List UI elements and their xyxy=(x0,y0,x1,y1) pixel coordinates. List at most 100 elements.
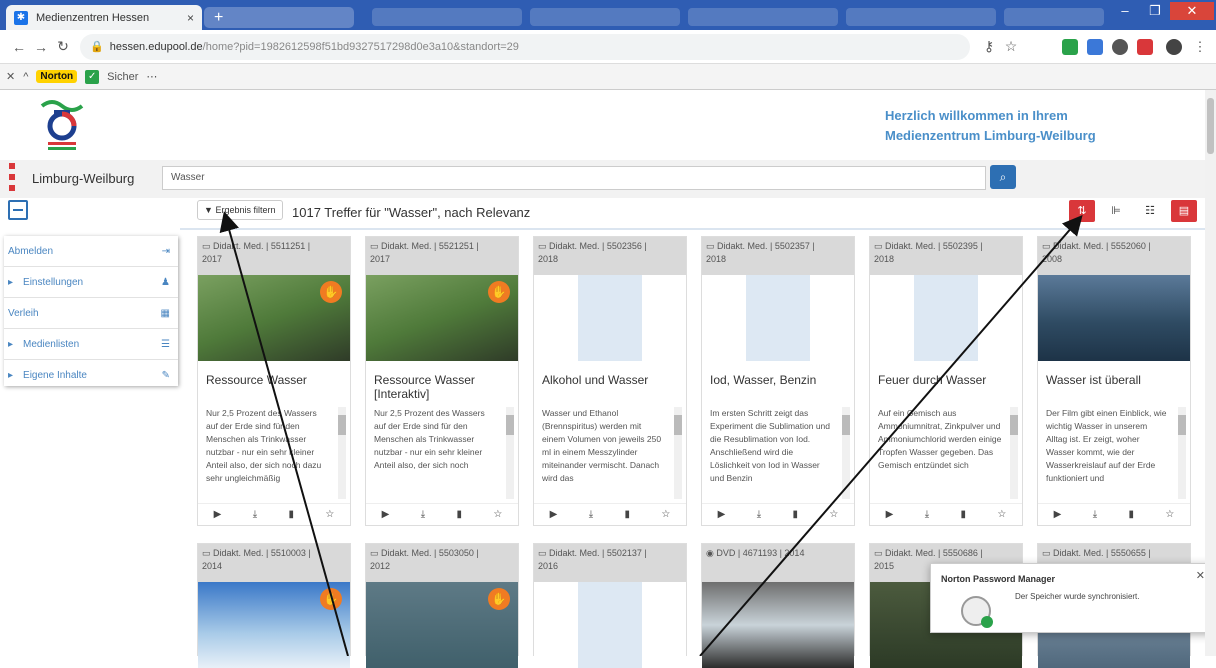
red-extension-icon[interactable] xyxy=(1137,39,1153,55)
favorite-star-icon[interactable]: ☆ xyxy=(493,509,502,520)
browser-tab[interactable] xyxy=(846,8,996,26)
browser-tab[interactable] xyxy=(688,8,838,26)
download-icon[interactable]: ⤓ xyxy=(589,509,593,520)
description-scrollbar[interactable] xyxy=(506,407,514,499)
description-scrollbar[interactable] xyxy=(842,407,850,499)
card-thumbnail[interactable] xyxy=(534,582,686,668)
favorite-star-icon[interactable]: ☆ xyxy=(1165,509,1174,520)
search-button[interactable]: ⌕ xyxy=(990,165,1016,189)
reload-icon[interactable]: ↻ xyxy=(52,38,74,55)
github-extension-icon[interactable] xyxy=(1112,39,1128,55)
card-thumbnail[interactable] xyxy=(702,582,854,668)
grid-view-button[interactable]: ▤ xyxy=(1171,200,1197,222)
play-icon[interactable]: ▶ xyxy=(550,509,558,520)
sidebar-item-medienlisten[interactable]: ▸ Medienlisten ☰ xyxy=(4,329,178,360)
media-card[interactable]: ▭ Didakt. Med. | 5502395 | 2018 Feuer du… xyxy=(869,236,1023,526)
card-title[interactable]: Alkohol und Wasser xyxy=(534,361,686,403)
play-icon[interactable]: ▶ xyxy=(886,509,894,520)
document-icon[interactable]: ▮ xyxy=(624,509,630,520)
window-close-icon[interactable]: ✕ xyxy=(1170,2,1214,20)
description-scrollbar[interactable] xyxy=(1178,407,1186,499)
sidebar-item-verleih[interactable]: Verleih ▦ xyxy=(4,298,178,329)
description-scrollbar[interactable] xyxy=(338,407,346,499)
more-icon[interactable]: ⋯ xyxy=(146,70,157,83)
popup-close-icon[interactable]: ✕ xyxy=(1196,569,1205,582)
media-card[interactable]: ▭ Didakt. Med. | 5510003 | 2014 ✋ xyxy=(197,543,351,668)
sidebar-item-abmelden[interactable]: Abmelden ⇥ xyxy=(4,236,178,267)
new-tab-button[interactable]: + xyxy=(204,7,354,28)
media-card[interactable]: ▭ Didakt. Med. | 5521251 | 2017 ✋ Ressou… xyxy=(365,236,519,526)
play-icon[interactable]: ▶ xyxy=(382,509,390,520)
play-icon[interactable]: ▶ xyxy=(214,509,222,520)
search-input[interactable]: Wasser xyxy=(162,166,986,190)
play-icon[interactable]: ▶ xyxy=(718,509,726,520)
key-icon[interactable]: ⚷ xyxy=(978,38,1000,55)
tab-medienzentren[interactable]: ✱ Medienzentren Hessen × xyxy=(6,5,202,30)
card-title[interactable]: Ressource Wasser xyxy=(198,361,350,403)
bookmark-star-icon[interactable]: ☆ xyxy=(1000,38,1022,55)
close-toolbar-icon[interactable]: ✕ xyxy=(6,70,15,83)
card-thumbnail[interactable] xyxy=(534,275,686,361)
filter-results-button[interactable]: ▼ Ergebnis filtern xyxy=(197,200,283,220)
media-card[interactable]: ▭ Didakt. Med. | 5552060 | 2008 Wasser i… xyxy=(1037,236,1191,526)
document-icon[interactable]: ▮ xyxy=(792,509,798,520)
medienzentrum-logo[interactable] xyxy=(34,96,90,154)
download-icon[interactable]: ⤓ xyxy=(421,509,425,520)
scrollbar-thumb[interactable] xyxy=(1207,98,1214,154)
media-card[interactable]: ▭ Didakt. Med. | 5511251 | 2017 ✋ Ressou… xyxy=(197,236,351,526)
card-thumbnail[interactable]: ✋ xyxy=(366,582,518,668)
browser-tab[interactable] xyxy=(530,8,680,26)
green-extension-icon[interactable] xyxy=(1062,39,1078,55)
blue-extension-icon[interactable] xyxy=(1087,39,1103,55)
download-icon[interactable]: ⤓ xyxy=(757,509,761,520)
card-thumbnail[interactable] xyxy=(870,275,1022,361)
card-thumbnail[interactable]: ✋ xyxy=(366,275,518,361)
profile-avatar-icon[interactable] xyxy=(1166,39,1182,55)
forward-icon[interactable]: → xyxy=(30,39,52,55)
card-title[interactable]: Wasser ist überall xyxy=(1038,361,1190,403)
card-title[interactable]: Ressource Wasser [Interaktiv] xyxy=(366,361,518,403)
document-icon[interactable]: ▮ xyxy=(288,509,294,520)
document-icon[interactable]: ▮ xyxy=(1128,509,1134,520)
back-icon[interactable]: ← xyxy=(8,39,30,55)
browser-tab[interactable] xyxy=(372,8,522,26)
sidebar-collapse-button[interactable] xyxy=(8,200,28,220)
download-icon[interactable]: ⤓ xyxy=(925,509,929,520)
url-field[interactable]: 🔒 hessen.edupool.de /home?pid=1982612598… xyxy=(80,33,970,60)
play-icon[interactable]: ▶ xyxy=(1054,509,1062,520)
card-thumbnail[interactable] xyxy=(702,275,854,361)
sidebar-item-eigene-inhalte[interactable]: ▸ Eigene Inhalte ✎ xyxy=(4,360,178,391)
sort-button[interactable]: ⇅ xyxy=(1069,200,1095,222)
description-scrollbar[interactable] xyxy=(674,407,682,499)
menu-icon[interactable]: ⋮ xyxy=(1192,39,1208,55)
card-thumbnail[interactable] xyxy=(1038,275,1190,361)
card-title[interactable]: Feuer durch Wasser xyxy=(870,361,1022,403)
download-icon[interactable]: ⤓ xyxy=(253,509,257,520)
favorite-star-icon[interactable]: ☆ xyxy=(997,509,1006,520)
minimize-icon[interactable]: – xyxy=(1110,2,1140,20)
favorite-star-icon[interactable]: ☆ xyxy=(325,509,334,520)
maximize-icon[interactable]: ❐ xyxy=(1140,2,1170,20)
media-card[interactable]: ▭ Didakt. Med. | 5502356 | 2018 Alkohol … xyxy=(533,236,687,526)
collapse-toolbar-icon[interactable]: ^ xyxy=(23,71,28,83)
document-icon[interactable]: ▮ xyxy=(960,509,966,520)
card-thumbnail[interactable]: ✋ xyxy=(198,275,350,361)
close-tab-icon[interactable]: × xyxy=(187,11,194,25)
norton-logo[interactable]: Norton xyxy=(36,70,78,83)
media-card[interactable]: ▭ Didakt. Med. | 5503050 | 2012 ✋ xyxy=(365,543,519,668)
card-title[interactable]: Iod, Wasser, Benzin xyxy=(702,361,854,403)
hamburger-menu-icon[interactable] xyxy=(9,163,15,193)
compact-view-button[interactable]: ☷ xyxy=(1137,200,1163,222)
browser-tab[interactable] xyxy=(1004,8,1104,26)
description-scrollbar[interactable] xyxy=(1010,407,1018,499)
download-icon[interactable]: ⤓ xyxy=(1093,509,1097,520)
favorite-star-icon[interactable]: ☆ xyxy=(829,509,838,520)
page-scrollbar[interactable] xyxy=(1205,90,1216,656)
document-icon[interactable]: ▮ xyxy=(456,509,462,520)
media-card[interactable]: ▭ Didakt. Med. | 5502137 | 2016 xyxy=(533,543,687,668)
list-view-button[interactable]: ⊫ xyxy=(1103,200,1129,222)
sidebar-item-einstellungen[interactable]: ▸ Einstellungen ♟ xyxy=(4,267,178,298)
card-thumbnail[interactable]: ✋ xyxy=(198,582,350,668)
media-card[interactable]: ◉ DVD | 4671193 | 2014 xyxy=(701,543,855,668)
media-card[interactable]: ▭ Didakt. Med. | 5502357 | 2018 Iod, Was… xyxy=(701,236,855,526)
